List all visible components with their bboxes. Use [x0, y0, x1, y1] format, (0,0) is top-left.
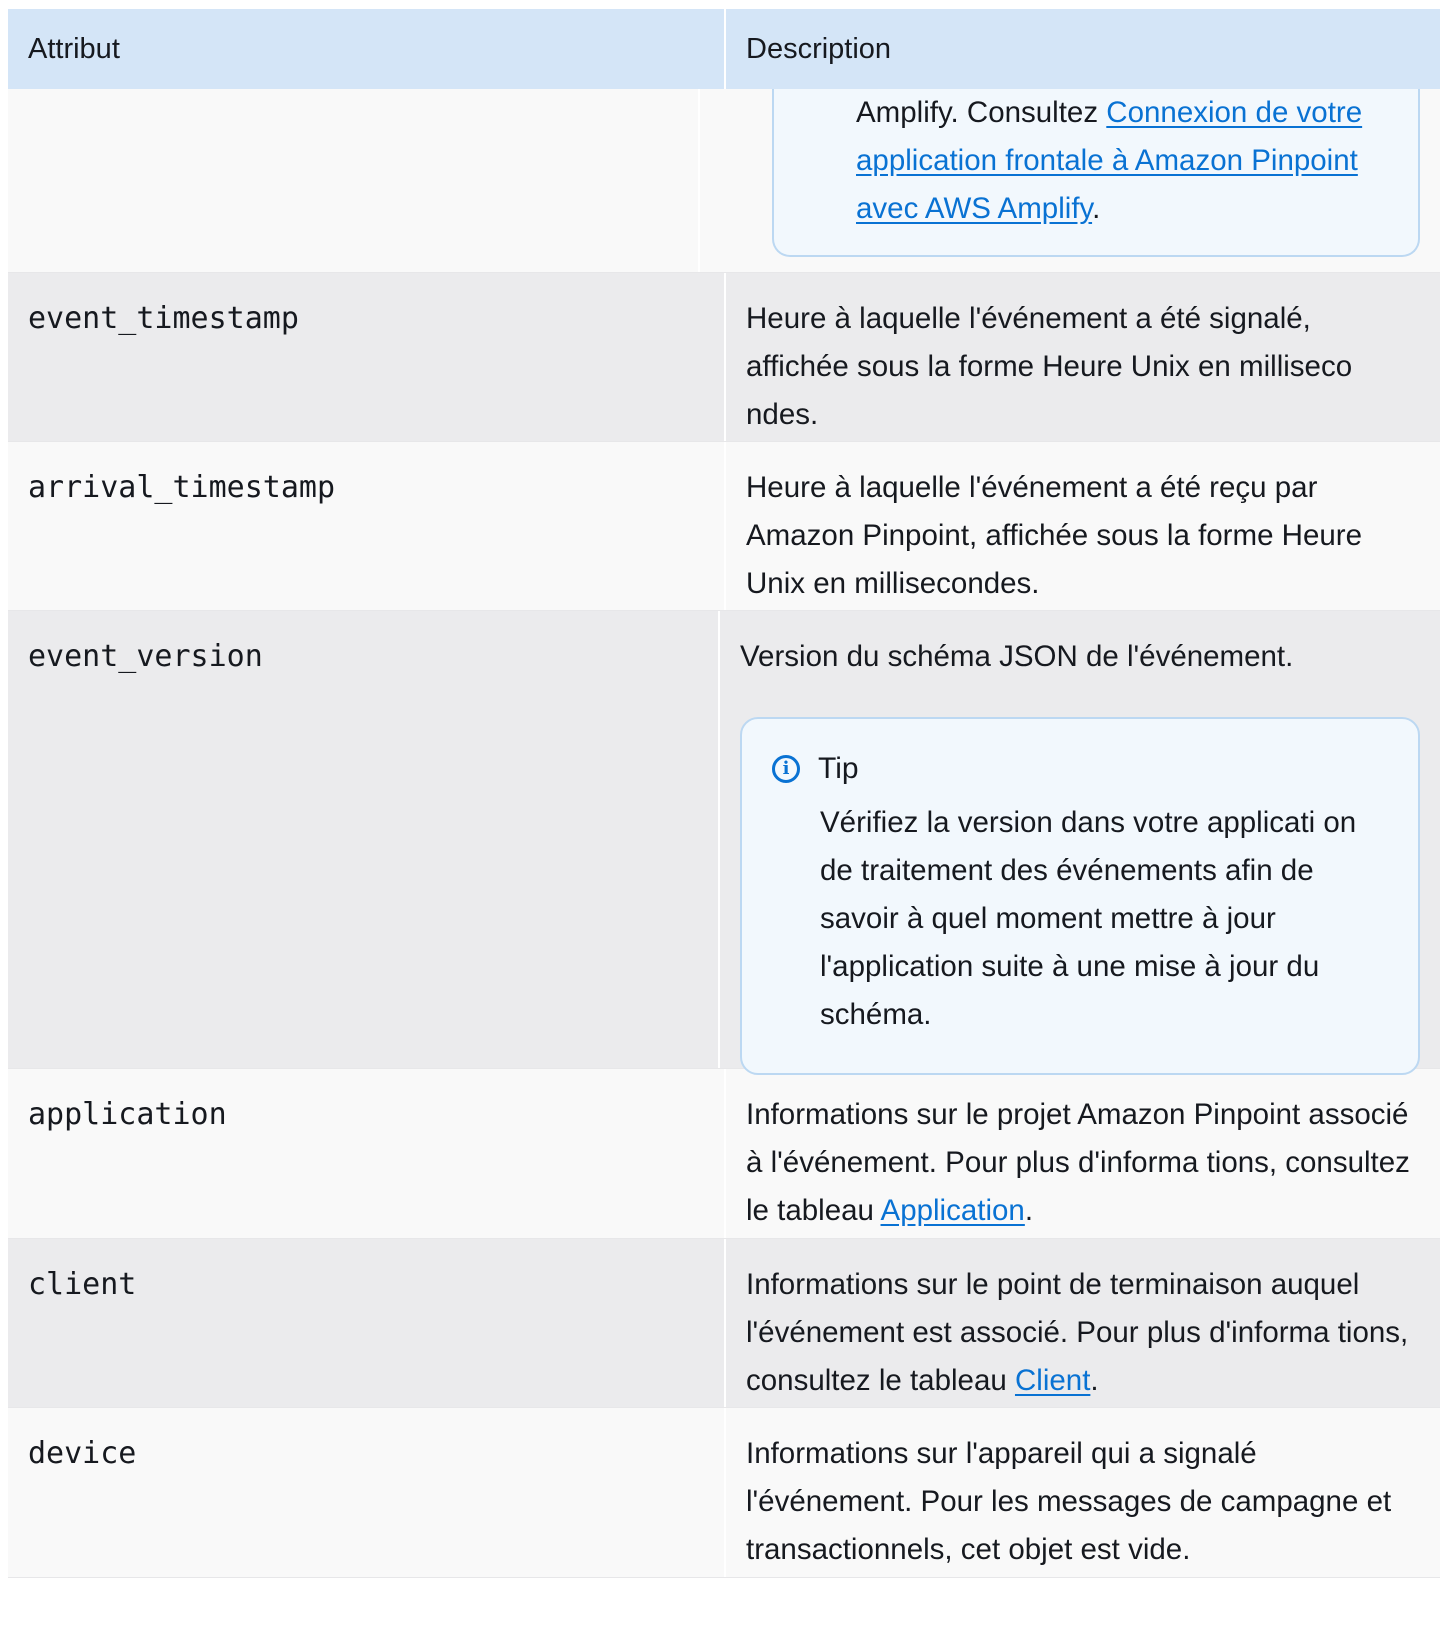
note-callout: Amplify. Consultez Connexion de votre ap… [772, 89, 1420, 257]
attribute-description: Heure à laquelle l'événement a été reçu … [746, 471, 1363, 600]
table-row: event_timestamp Heure à laquelle l'événe… [8, 273, 1440, 442]
tip-callout: i Tip Vérifiez la version dans votre app… [740, 717, 1420, 1075]
attribute-name: application [8, 1069, 726, 1238]
attribute-description: Informations sur l'appareil qui a signal… [746, 1437, 1392, 1566]
table-row: arrival_timestamp Heure à laquelle l'évé… [8, 442, 1440, 611]
attribute-name: client [8, 1239, 726, 1407]
table-row: application Informations sur le projet A… [8, 1069, 1440, 1239]
attribute-name: event_timestamp [8, 273, 726, 441]
attribute-description: Version du schéma JSON de l'événement. [740, 640, 1294, 673]
description-cell: Version du schéma JSON de l'événement. i… [720, 611, 1440, 1075]
attribute-name: event_version [8, 611, 720, 1068]
tip-label: Tip [818, 752, 859, 785]
table-row: event_version Version du schéma JSON de … [8, 611, 1440, 1075]
table-row: device Informations sur l'appareil qui a… [8, 1408, 1440, 1578]
description-suffix: . [1090, 1364, 1099, 1397]
attribute-name: device [8, 1408, 726, 1577]
tip-text: Vérifiez la version dans votre applicati… [820, 806, 1357, 1031]
description-cell: Informations sur le point de terminaison… [726, 1239, 1440, 1407]
attribute-description: Heure à laquelle l'événement a été signa… [746, 302, 1353, 431]
attributes-table: Attribut Description Amplify. Consultez … [8, 9, 1440, 1578]
info-icon: i [772, 755, 800, 783]
header-attribute: Attribut [8, 9, 726, 89]
description-cell: Amplify. Consultez Connexion de votre ap… [700, 89, 1440, 272]
header-description: Description [746, 32, 892, 65]
attribute-description: Informations sur le projet Amazon Pinpoi… [746, 1098, 1410, 1227]
table-row: client Informations sur le point de term… [8, 1239, 1440, 1408]
note-text: Amplify. Consultez [856, 96, 1107, 129]
application-link[interactable]: Application [881, 1194, 1025, 1227]
note-suffix: . [1092, 192, 1101, 225]
description-suffix: . [1024, 1194, 1034, 1227]
description-cell: Informations sur le projet Amazon Pinpoi… [726, 1069, 1440, 1238]
attribute-cell [8, 89, 700, 272]
table-header: Attribut Description [8, 9, 1440, 89]
attribute-name: arrival_timestamp [8, 442, 726, 610]
tip-header: i Tip [772, 745, 1388, 793]
client-link[interactable]: Client [1015, 1364, 1090, 1397]
table-row: Amplify. Consultez Connexion de votre ap… [8, 89, 1440, 273]
